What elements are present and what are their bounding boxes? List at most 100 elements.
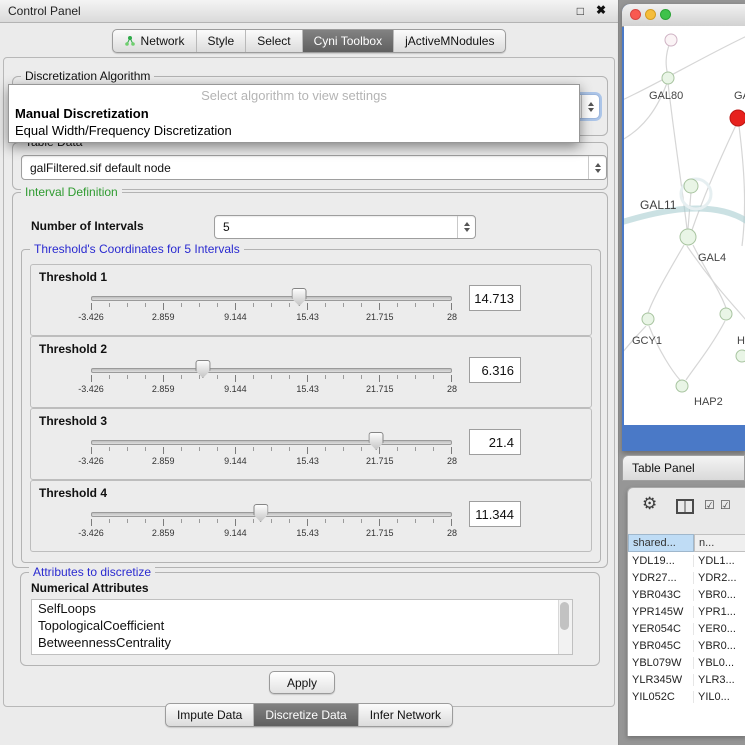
close-traffic-light[interactable] [630,9,641,20]
table-row[interactable]: YBL079WYBL0... [628,654,745,671]
cell[interactable]: YLR345W [628,674,694,686]
slider-track[interactable] [91,368,452,373]
tick-label: 2.859 [152,384,175,394]
tick-label: 21.715 [366,312,394,322]
threshold-slider[interactable]: -3.426 2.859 9.144 15.43 21.715 28 [91,431,452,475]
table-row[interactable]: YBR043CYBR0... [628,586,745,603]
cell[interactable]: YBR045C [628,640,694,652]
tab-network[interactable]: Network [113,30,196,52]
table-panel-title: Table Panel [632,461,695,475]
algorithm-option-equal-width[interactable]: Equal Width/Frequency Discretization [9,122,579,139]
threshold-value-field[interactable]: 11.344 [469,501,521,527]
cell[interactable]: YBR0... [694,589,745,601]
tab-impute-data[interactable]: Impute Data [166,704,253,726]
network-node-gal11[interactable] [684,179,698,193]
minimize-traffic-light[interactable] [645,9,656,20]
network-node-gal4[interactable] [680,229,696,245]
cell[interactable]: YPR1... [694,606,745,618]
network-node-gal80[interactable] [662,72,674,84]
tick-label: 28 [447,384,457,394]
table-row[interactable]: YDL19...YDL1... [628,552,745,569]
cell[interactable]: YBL0... [694,657,745,669]
cell[interactable]: YER054C [628,623,694,635]
cell[interactable]: YLR3... [694,674,745,686]
network-node[interactable] [665,34,677,46]
tab-jactivemnodules[interactable]: jActiveMNodules [393,30,505,52]
float-window-icon[interactable]: □ [577,4,584,18]
cell[interactable]: YDR2... [694,572,745,584]
slider-ticks-major [91,447,452,454]
columns-icon[interactable] [676,499,694,514]
table-row[interactable]: YIL052CYIL0... [628,688,745,705]
tab-style[interactable]: Style [196,30,246,52]
slider-track[interactable] [91,296,452,301]
table-row[interactable]: YLR345WYLR3... [628,671,745,688]
network-node[interactable] [736,350,745,362]
select-all-checkbox-icon[interactable]: ☑ [704,498,715,512]
network-node-gcy1[interactable] [642,313,654,325]
cell[interactable]: YER0... [694,623,745,635]
tab-select[interactable]: Select [245,30,301,52]
threshold-label: Threshold 2 [39,342,107,356]
threshold-label: Threshold 1 [39,270,107,284]
num-intervals-select[interactable]: 5 [214,215,476,239]
table-row[interactable]: YPR145WYPR1... [628,603,745,620]
node-label: HAP2 [694,396,723,408]
table-row[interactable]: YDR27...YDR2... [628,569,745,586]
numerical-attributes-label: Numerical Attributes [31,581,149,595]
combo-stepper-icon [581,95,599,118]
column-header-shared-name[interactable]: shared... [628,534,694,552]
network-canvas[interactable]: GAL80 GA GAL11 GAL4 GCY1 H HAP2 [624,26,745,425]
cell[interactable]: YBL079W [628,657,694,669]
zoom-traffic-light[interactable] [660,9,671,20]
threshold-slider[interactable]: -3.426 2.859 9.144 15.43 21.715 28 [91,359,452,403]
cell[interactable]: YDR27... [628,572,694,584]
cell[interactable]: YBR043C [628,589,694,601]
interval-definition-group: Interval Definition Number of Intervals … [12,192,608,568]
tab-cyni-toolbox[interactable]: Cyni Toolbox [302,30,393,52]
table-data-select[interactable]: galFiltered.sif default node [21,155,607,180]
cell[interactable]: YDL19... [628,555,694,567]
slider-track[interactable] [91,440,452,445]
cell[interactable]: YDL1... [694,555,745,567]
list-item[interactable]: SelfLoops [32,600,572,617]
attributes-scrollbar[interactable] [558,600,572,654]
scrollbar-thumb[interactable] [560,602,569,630]
apply-button[interactable]: Apply [269,671,335,694]
threshold-value-field[interactable]: 6.316 [469,357,521,383]
table-panel-titlebar[interactable]: Table Panel [622,455,745,481]
threshold-slider[interactable]: -3.426 2.859 9.144 15.43 21.715 28 [91,287,452,331]
list-item[interactable]: TopologicalCoefficient [32,617,572,634]
tick-label: 15.43 [296,528,319,538]
tick-label: -3.426 [78,456,104,466]
network-node[interactable] [720,308,732,320]
select-none-checkbox-icon[interactable]: ☑ [720,498,731,512]
group-title: Discretization Algorithm [21,69,154,83]
tab-infer-network[interactable]: Infer Network [358,704,452,726]
table-row[interactable]: YBR045CYBR0... [628,637,745,654]
tick-label: 2.859 [152,312,175,322]
tab-label: Network [141,34,185,48]
cell[interactable]: YIL052C [628,691,694,703]
network-node-selected[interactable] [730,110,745,126]
cell[interactable]: YPR145W [628,606,694,618]
tick-label: 21.715 [366,384,394,394]
network-node-hap2[interactable] [676,380,688,392]
cell[interactable]: YIL0... [694,691,745,703]
node-label: GA [734,90,745,102]
tab-label: Cyni Toolbox [314,34,382,48]
threshold-value-field[interactable]: 21.4 [469,429,521,455]
cell[interactable]: YBR0... [694,640,745,652]
num-intervals-label: Number of Intervals [31,219,144,233]
list-item[interactable]: BetweennessCentrality [32,634,572,651]
table-row[interactable]: YER054CYER0... [628,620,745,637]
threshold-slider[interactable]: -3.426 2.859 9.144 15.43 21.715 28 [91,503,452,547]
tab-discretize-data[interactable]: Discretize Data [253,704,357,726]
column-header-name[interactable]: n... [694,534,745,552]
gear-icon[interactable]: ⚙ [642,494,657,514]
threshold-value-field[interactable]: 14.713 [469,285,521,311]
algorithm-option-manual[interactable]: Manual Discretization [9,105,579,122]
slider-track[interactable] [91,512,452,517]
network-icon [124,35,136,47]
close-icon[interactable]: ✖ [596,3,606,17]
